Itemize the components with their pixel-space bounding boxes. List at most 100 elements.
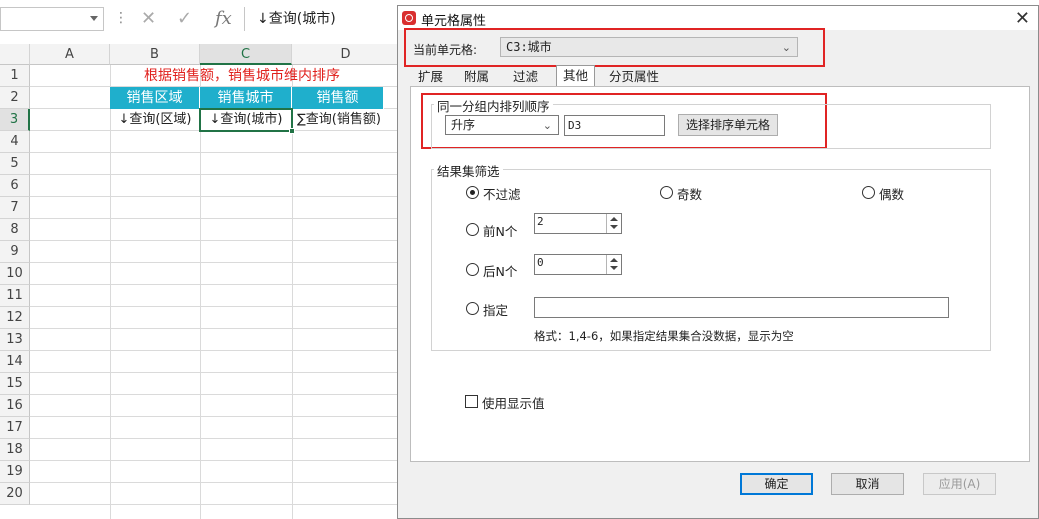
- gridline: [110, 65, 111, 519]
- gridline: [30, 240, 400, 241]
- row-header[interactable]: 13: [0, 329, 30, 351]
- gridline: [30, 284, 400, 285]
- row-header[interactable]: 12: [0, 307, 30, 329]
- fx-icon[interactable]: fx: [215, 8, 232, 29]
- row-header[interactable]: 18: [0, 439, 30, 461]
- row-header[interactable]: 9: [0, 241, 30, 263]
- row-header[interactable]: 6: [0, 175, 30, 197]
- cell-b3[interactable]: ↓查询(区域): [110, 109, 200, 131]
- row-header[interactable]: 4: [0, 131, 30, 153]
- radio-odd[interactable]: [660, 186, 673, 199]
- column-header-a[interactable]: A: [30, 44, 110, 65]
- spinner-down-icon[interactable]: [610, 225, 618, 229]
- sort-order-value: 升序: [451, 118, 476, 132]
- gridline: [30, 482, 400, 483]
- gridline: [30, 460, 400, 461]
- gridline: [30, 262, 400, 263]
- cell-d3[interactable]: ∑查询(销售额): [292, 109, 386, 131]
- bottom-n-spinner[interactable]: 0: [534, 254, 622, 275]
- cell-c2[interactable]: 销售城市: [200, 87, 292, 109]
- radio-top-n[interactable]: [466, 223, 479, 236]
- tab-other[interactable]: 其他: [556, 65, 596, 87]
- row-header[interactable]: 1: [0, 65, 30, 87]
- specify-input[interactable]: [534, 297, 949, 318]
- gridline: [30, 328, 400, 329]
- formula-input[interactable]: ↓查询(城市): [244, 7, 404, 31]
- row-header[interactable]: 10: [0, 263, 30, 285]
- chevron-down-icon: ⌄: [542, 119, 552, 132]
- use-display-value-checkbox[interactable]: [465, 395, 478, 408]
- spinner-up-icon[interactable]: [610, 258, 618, 262]
- choose-sort-cell-button[interactable]: 选择排序单元格: [678, 114, 778, 136]
- filter-group-title: 结果集筛选: [434, 161, 503, 180]
- row-header[interactable]: 17: [0, 417, 30, 439]
- radio-no-filter[interactable]: [466, 186, 479, 199]
- spinner-down-icon[interactable]: [610, 266, 618, 270]
- select-all-corner[interactable]: [0, 44, 30, 65]
- cell-d2[interactable]: 销售额: [292, 87, 384, 109]
- spinner-up-icon[interactable]: [610, 217, 618, 221]
- screen: ⋮ ✕ ✓ fx ↓查询(城市) A B C D 1 2 3 4 5 6 7 8 9 10 11 12…: [0, 0, 1039, 519]
- row-header[interactable]: 2: [0, 87, 30, 109]
- gridline: [30, 438, 400, 439]
- cancel-icon[interactable]: ✕: [141, 8, 156, 29]
- close-icon[interactable]: ✕: [1015, 8, 1030, 29]
- current-cell-value: C3:城市: [506, 40, 552, 54]
- gridline: [200, 65, 201, 519]
- column-header-d[interactable]: D: [292, 44, 400, 65]
- top-n-spinner[interactable]: 2: [534, 213, 622, 234]
- ok-button[interactable]: 确定: [740, 473, 813, 495]
- odd-label: 奇数: [677, 187, 703, 202]
- row-header[interactable]: 3: [0, 109, 30, 131]
- formula-bar-buttons: ✕ ✓ fx: [133, 6, 245, 32]
- formula-bar-separator: ⋮: [114, 10, 128, 26]
- sort-group-title: 同一分组内排列顺序: [434, 96, 553, 115]
- even-label: 偶数: [879, 187, 905, 202]
- row-header[interactable]: 15: [0, 373, 30, 395]
- row-header[interactable]: 11: [0, 285, 30, 307]
- row-header[interactable]: 5: [0, 153, 30, 175]
- app-logo-icon: [402, 11, 416, 25]
- tab-filter[interactable]: 过滤: [507, 67, 544, 87]
- gridline: [30, 416, 400, 417]
- sort-cell-input[interactable]: D3: [564, 115, 665, 136]
- radio-bottom-n[interactable]: [466, 263, 479, 276]
- dialog-title: 单元格属性: [421, 14, 487, 29]
- column-header-b[interactable]: B: [110, 44, 200, 65]
- current-cell-label: 当前单元格:: [413, 43, 478, 57]
- radio-even[interactable]: [862, 186, 875, 199]
- chevron-down-icon[interactable]: [90, 16, 98, 21]
- top-n-value: 2: [537, 215, 544, 228]
- specify-label: 指定: [483, 303, 509, 318]
- row-header[interactable]: 19: [0, 461, 30, 483]
- tab-panel-other: 同一分组内排列顺序 升序 ⌄ D3 选择排序单元格 结果集筛选 不过滤 奇数 偶…: [410, 86, 1030, 462]
- sort-order-select[interactable]: 升序 ⌄: [445, 115, 559, 135]
- no-filter-label: 不过滤: [483, 187, 521, 202]
- radio-specify[interactable]: [466, 302, 479, 315]
- tab-attach[interactable]: 附属: [458, 67, 495, 87]
- tab-expand[interactable]: 扩展: [412, 67, 449, 87]
- row-header[interactable]: 7: [0, 197, 30, 219]
- specify-hint: 格式：1,4-6，如果指定结果集合没数据，显示为空: [534, 329, 794, 343]
- spinner-arrows: [606, 255, 621, 274]
- bottom-n-value: 0: [537, 256, 544, 269]
- cell-title[interactable]: 根据销售额，销售城市维内排序: [136, 65, 398, 87]
- gridline: [30, 350, 400, 351]
- column-header-c[interactable]: C: [200, 44, 292, 65]
- apply-button[interactable]: 应用(A): [923, 473, 996, 495]
- check-icon[interactable]: ✓: [177, 8, 192, 29]
- gridline: [30, 306, 400, 307]
- dialog-titlebar[interactable]: 单元格属性 ✕: [398, 6, 1038, 30]
- tab-pagination[interactable]: 分页属性: [603, 67, 665, 87]
- row-header[interactable]: 20: [0, 483, 30, 505]
- name-box[interactable]: [0, 7, 104, 31]
- row-header[interactable]: 8: [0, 219, 30, 241]
- gridline: [30, 152, 400, 153]
- row-header[interactable]: 14: [0, 351, 30, 373]
- use-display-value-label: 使用显示值: [482, 396, 545, 411]
- cell-b2[interactable]: 销售区域: [110, 87, 200, 109]
- row-header[interactable]: 16: [0, 395, 30, 417]
- cell-c3-active[interactable]: ↓查询(城市): [199, 108, 293, 132]
- current-cell-select[interactable]: C3:城市 ⌄: [500, 37, 798, 57]
- cancel-button[interactable]: 取消: [831, 473, 904, 495]
